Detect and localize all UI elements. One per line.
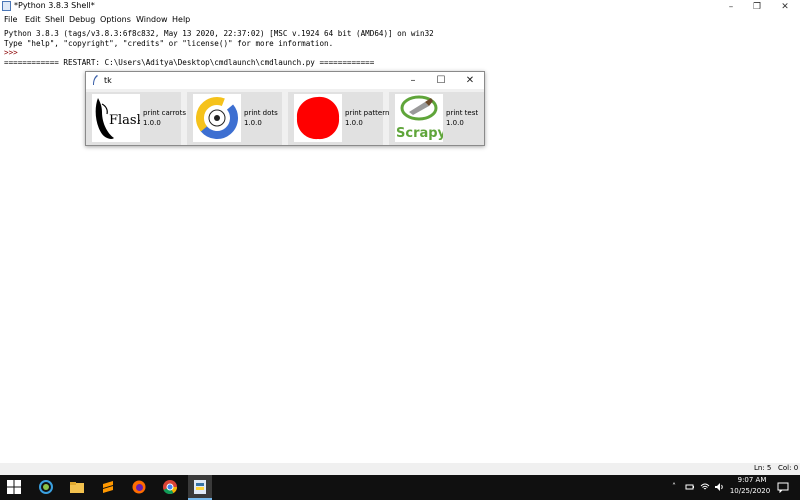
tray-chevron-up-icon[interactable]: ˄ bbox=[672, 482, 676, 491]
shell-line-restart: ============ RESTART: C:\Users\Aditya\De… bbox=[4, 58, 375, 68]
tk-maximize-button[interactable]: ☐ bbox=[426, 72, 456, 89]
tk-titlebar: tk – ☐ ✕ bbox=[86, 72, 484, 89]
launcher-tile-test[interactable]: Scrapy print test 1.0.0 bbox=[389, 92, 484, 145]
menu-file[interactable]: File bbox=[4, 15, 17, 24]
tile-label-pattern: print pattern bbox=[345, 109, 390, 117]
shell-prompt: >>> bbox=[4, 48, 23, 58]
menu-debug[interactable]: Debug bbox=[69, 15, 95, 24]
firefox-icon[interactable] bbox=[131, 479, 147, 495]
flask-logo-text: Flask bbox=[109, 113, 140, 128]
python-file-icon bbox=[2, 1, 11, 11]
tk-feather-icon bbox=[93, 75, 98, 85]
tile-label-test: print test bbox=[446, 109, 479, 117]
tile-version-pattern: 1.0.0 bbox=[345, 119, 363, 127]
battery-icon[interactable] bbox=[685, 482, 695, 492]
idle-taskbar-button[interactable] bbox=[188, 475, 212, 500]
tk-window: tk – ☐ ✕ Flask print carrots 1.0.0 print… bbox=[85, 71, 485, 146]
clock-time[interactable]: 9:07 AM bbox=[732, 476, 772, 484]
tile-version-carrots: 1.0.0 bbox=[143, 119, 161, 127]
flask-logo-icon: Flask bbox=[92, 94, 140, 142]
volume-icon[interactable] bbox=[714, 482, 724, 492]
python-idle-icon bbox=[194, 480, 206, 494]
sublime-text-icon[interactable] bbox=[100, 479, 116, 495]
menu-shell[interactable]: Shell bbox=[45, 15, 65, 24]
tile-version-test: 1.0.0 bbox=[446, 119, 464, 127]
status-line: Ln: 5 bbox=[754, 464, 772, 472]
scrapy-logo-icon: Scrapy bbox=[395, 94, 443, 142]
ie-browser-icon[interactable] bbox=[38, 479, 54, 495]
scrapy-logo-text: Scrapy bbox=[396, 126, 443, 141]
status-bar: Ln: 5 Col: 0 bbox=[0, 463, 800, 475]
tile-label-carrots: print carrots bbox=[143, 109, 186, 117]
menu-bar: File Edit Shell Debug Options Window Hel… bbox=[0, 14, 800, 26]
start-windows-icon[interactable] bbox=[6, 479, 22, 495]
restore-button[interactable]: ❐ bbox=[744, 0, 770, 14]
shell-line-version: Python 3.8.3 (tags/v3.8.3:6f8c832, May 1… bbox=[4, 29, 434, 38]
taskbar bbox=[0, 475, 800, 500]
launcher-tile-dots[interactable]: print dots 1.0.0 bbox=[187, 92, 282, 145]
shell-output[interactable]: Python 3.8.3 (tags/v3.8.3:6f8c832, May 1… bbox=[4, 29, 434, 68]
chrome-icon[interactable] bbox=[162, 479, 178, 495]
launcher-tile-pattern[interactable]: print pattern 1.0.0 bbox=[288, 92, 389, 145]
pycharm-logo-icon bbox=[193, 94, 241, 142]
menu-window[interactable]: Window bbox=[136, 15, 168, 24]
launcher-tile-carrots[interactable]: Flask print carrots 1.0.0 bbox=[86, 92, 186, 145]
file-explorer-icon[interactable] bbox=[69, 479, 85, 495]
tk-close-button[interactable]: ✕ bbox=[455, 72, 485, 89]
shell-titlebar: *Python 3.8.3 Shell* – ❐ ✕ bbox=[0, 0, 800, 14]
menu-help[interactable]: Help bbox=[172, 15, 190, 24]
wifi-icon[interactable] bbox=[700, 482, 710, 492]
clock-date[interactable]: 10/25/2020 bbox=[728, 487, 772, 495]
tile-label-dots: print dots bbox=[244, 109, 278, 117]
window-title: *Python 3.8.3 Shell* bbox=[14, 1, 95, 10]
red-blob-icon bbox=[294, 94, 342, 142]
menu-options[interactable]: Options bbox=[100, 15, 131, 24]
minimize-button[interactable]: – bbox=[718, 0, 744, 14]
close-button[interactable]: ✕ bbox=[772, 0, 798, 14]
shell-line-help: Type "help", "copyright", "credits" or "… bbox=[4, 38, 334, 48]
tile-version-dots: 1.0.0 bbox=[244, 119, 262, 127]
menu-edit[interactable]: Edit bbox=[25, 15, 41, 24]
tk-window-title: tk bbox=[104, 76, 112, 85]
tk-minimize-button[interactable]: – bbox=[398, 72, 428, 89]
status-col: Col: 0 bbox=[778, 464, 799, 472]
notifications-icon[interactable] bbox=[777, 482, 789, 493]
